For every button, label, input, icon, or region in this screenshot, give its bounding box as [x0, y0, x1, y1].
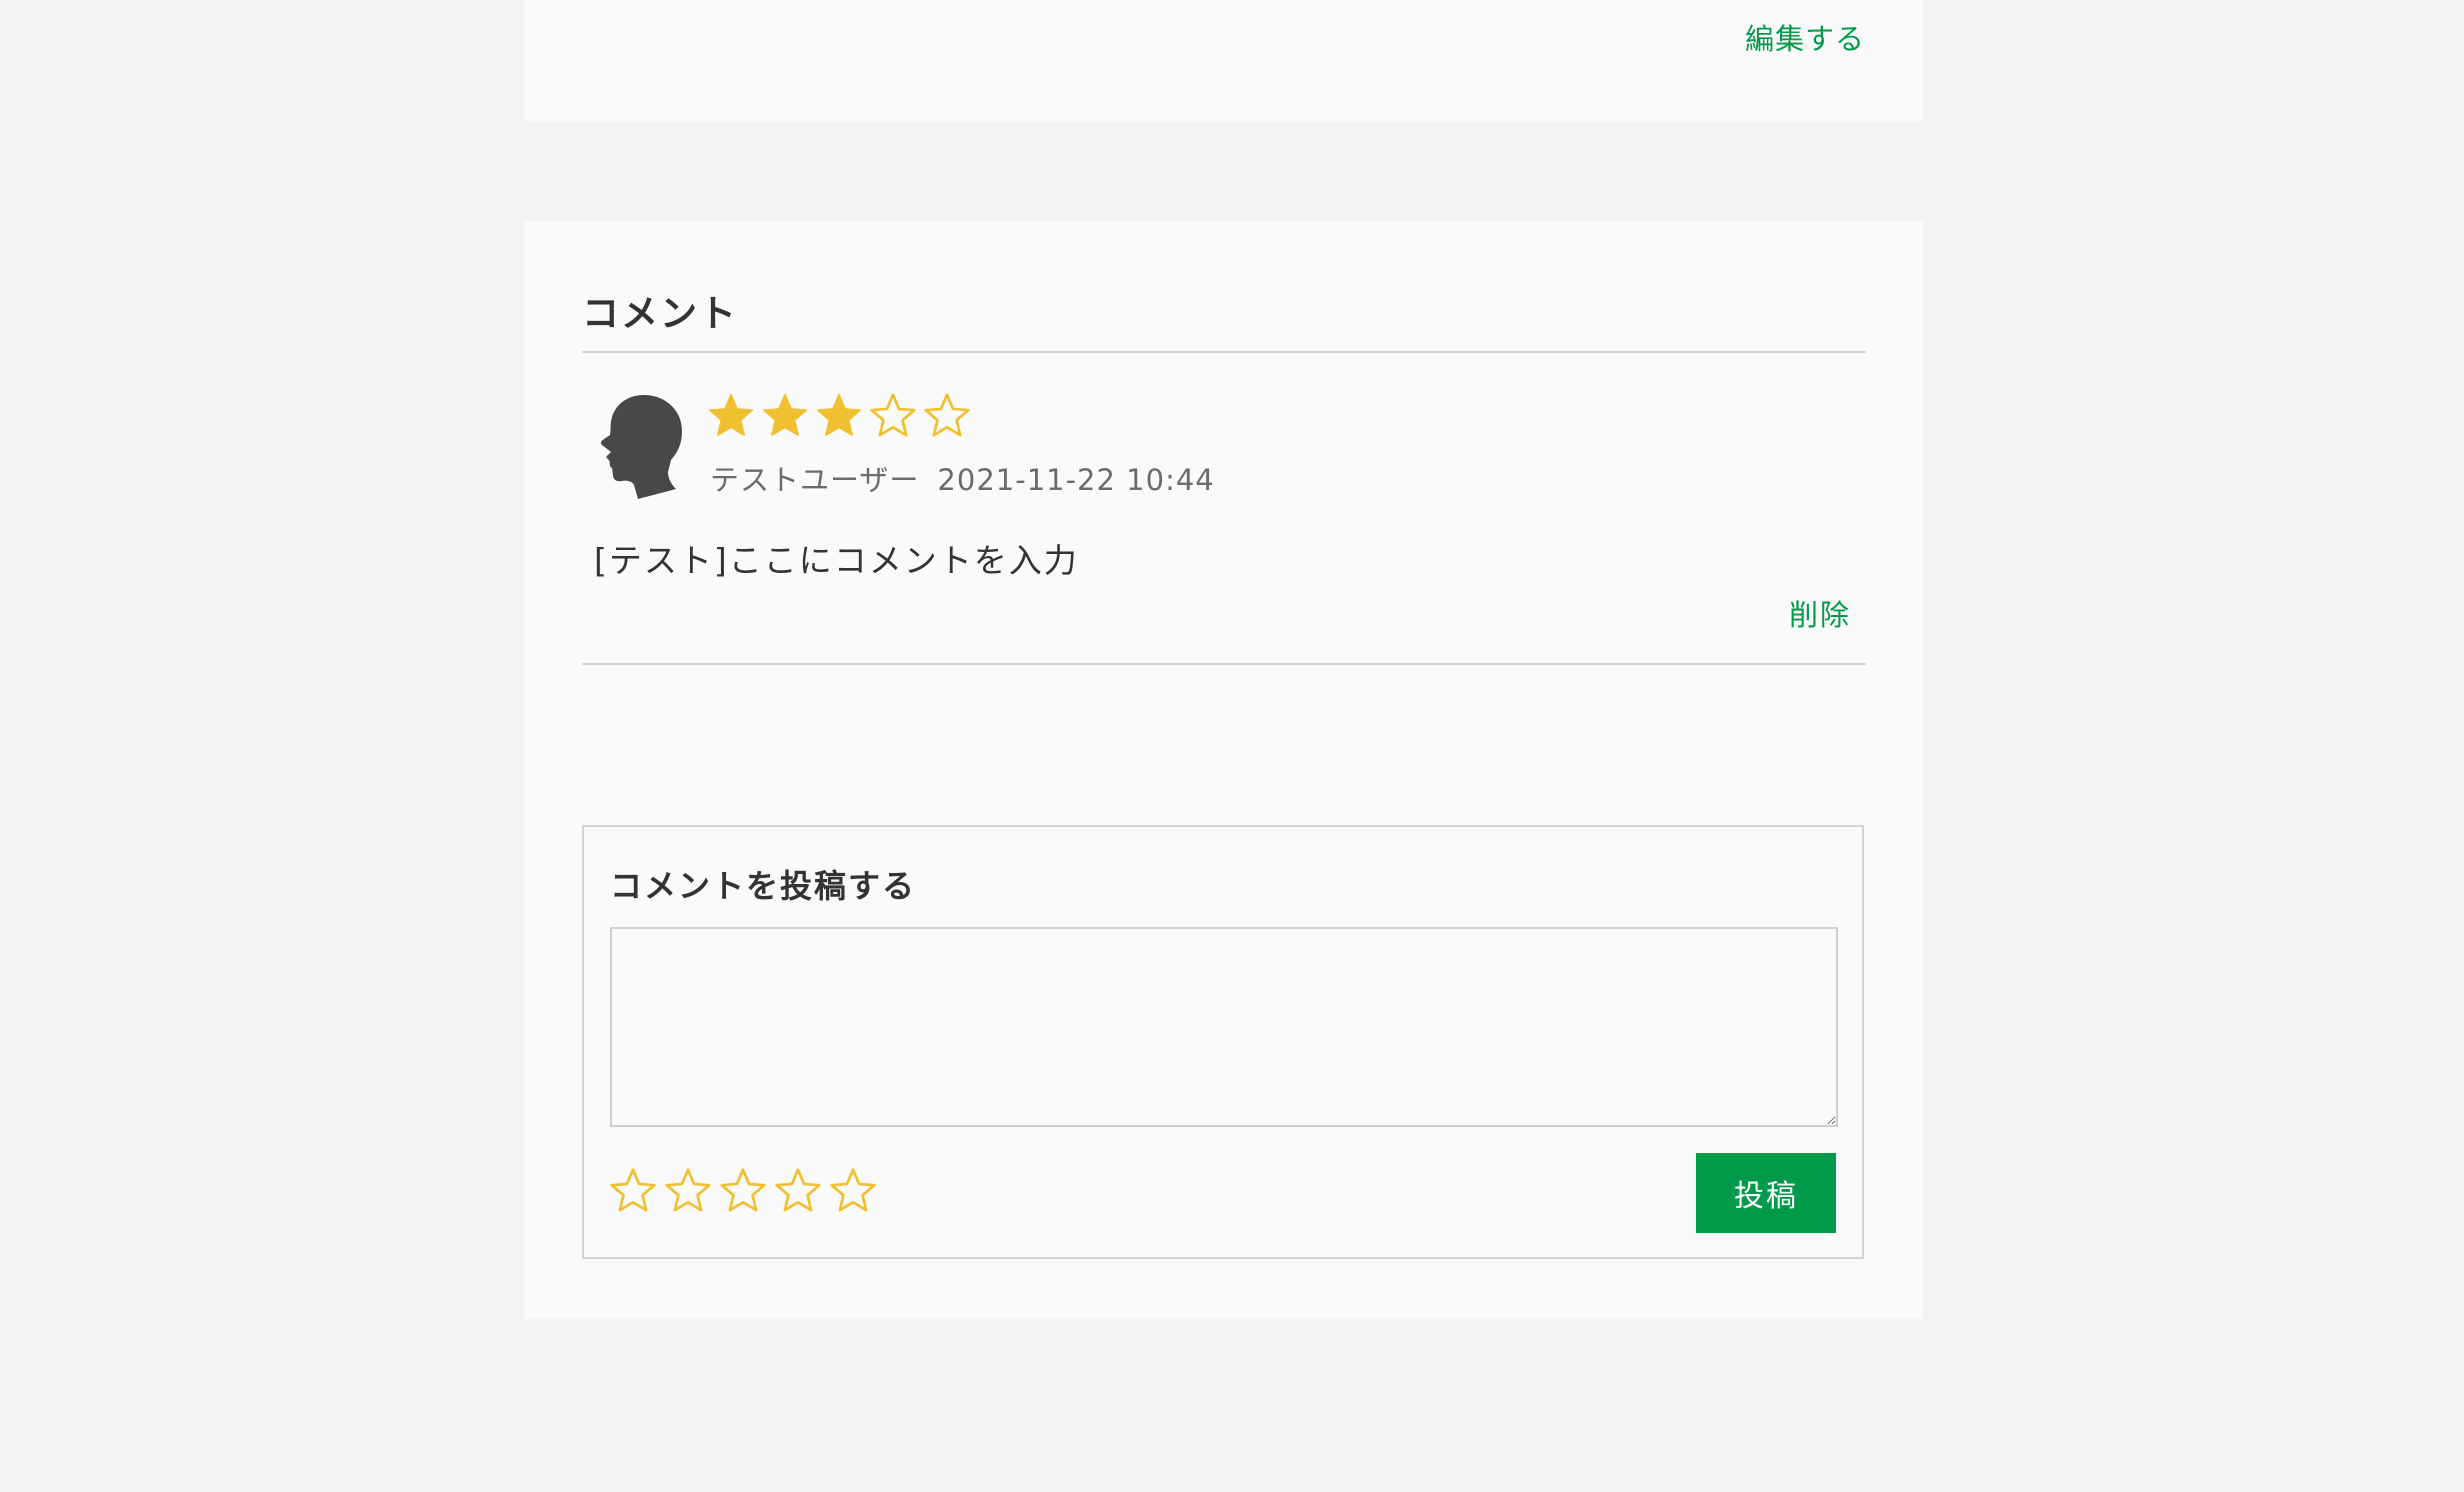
comments-section: コメント テストユーザー 2021-11-22 10:44 [テスト]ここにコメン…	[524, 221, 1923, 1319]
post-form-title: コメントを投稿する	[610, 867, 917, 905]
comment-text: [テスト]ここにコメントを入力	[594, 541, 1079, 580]
divider	[582, 351, 1866, 353]
comment-author: テストユーザー	[710, 463, 920, 497]
star-outline-icon[interactable]	[608, 1166, 658, 1216]
star-filled-icon	[762, 393, 808, 436]
star-outline-icon	[924, 393, 970, 437]
comment-textarea[interactable]	[610, 927, 1838, 1127]
star-filled-icon	[816, 393, 862, 436]
rating-input[interactable]	[608, 1166, 878, 1216]
star-outline-icon	[870, 393, 916, 437]
divider	[582, 663, 1866, 665]
comment-post-form: コメントを投稿する 投稿	[582, 825, 1864, 1259]
avatar	[598, 393, 688, 499]
article-card: 編集する	[524, 0, 1923, 121]
edit-link[interactable]: 編集する	[1745, 16, 1865, 58]
comment-rating	[706, 391, 972, 441]
star-outline-icon[interactable]	[718, 1166, 768, 1216]
comment-date: 2021-11-22 10:44	[937, 463, 1215, 497]
star-outline-icon[interactable]	[773, 1166, 823, 1216]
comment-meta: テストユーザー 2021-11-22 10:44	[710, 457, 1215, 499]
star-outline-icon[interactable]	[663, 1166, 713, 1216]
comments-heading: コメント	[582, 292, 738, 335]
star-outline-icon[interactable]	[828, 1166, 878, 1216]
post-submit-button[interactable]: 投稿	[1696, 1153, 1836, 1233]
person-head-silhouette-icon	[600, 395, 682, 499]
delete-comment-link[interactable]: 削除	[1789, 592, 1851, 634]
star-filled-icon	[708, 393, 754, 436]
